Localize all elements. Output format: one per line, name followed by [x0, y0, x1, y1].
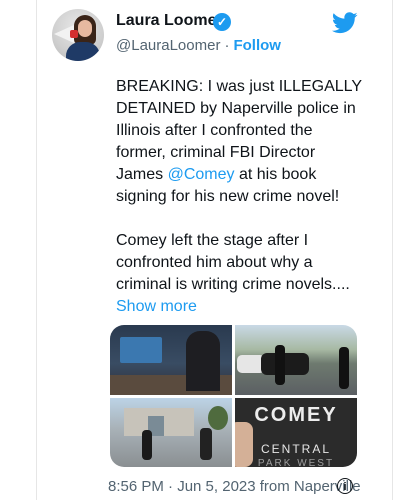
mention-link[interactable]: @Comey — [168, 166, 235, 183]
megaphone-accent — [70, 30, 78, 38]
follow-button[interactable]: Follow — [233, 37, 281, 54]
twitter-bird-icon[interactable] — [332, 12, 358, 34]
author-handle-row: @LauraLoomer · Follow — [116, 37, 281, 54]
author-display-name[interactable]: Laura Loomer — [116, 12, 223, 30]
tweet-paragraph-1: BREAKING: I was just ILLEGALLY DETAINED … — [116, 76, 362, 208]
avatar[interactable] — [52, 9, 104, 61]
tweet-timestamp[interactable]: 8:56 PM · Jun 5, 2023 from Naperville — [108, 478, 361, 495]
media-grid: COMEY CENTRAL PARK WEST — [110, 325, 357, 467]
book-cover-subtitle-2: PARK WEST — [257, 458, 335, 467]
card-border-right — [392, 0, 393, 500]
book-cover-title: COMEY — [254, 404, 338, 426]
book-cover-subtitle: CENTRAL — [260, 442, 331, 456]
media-photo-book-signing[interactable] — [110, 325, 232, 395]
avatar-body — [66, 42, 100, 61]
media-photo-building[interactable] — [110, 398, 232, 467]
tweet-paragraph-2: Comey left the stage after I confronted … — [116, 230, 362, 318]
info-icon[interactable]: i — [337, 478, 353, 494]
media-photo-parking-lot[interactable] — [235, 325, 357, 395]
author-handle[interactable]: @LauraLoomer — [116, 37, 220, 54]
media-photo-book-cover[interactable]: COMEY CENTRAL PARK WEST — [235, 398, 357, 467]
verified-badge-icon: ✓ — [213, 13, 231, 31]
tweet-body: BREAKING: I was just ILLEGALLY DETAINED … — [116, 76, 362, 318]
card-border-left — [36, 0, 37, 500]
separator-dot: · — [224, 37, 230, 54]
avatar-face — [78, 20, 92, 37]
tweet-text-segment: Comey left the stage after I confronted … — [116, 232, 350, 293]
show-more-link[interactable]: Show more — [116, 298, 197, 315]
